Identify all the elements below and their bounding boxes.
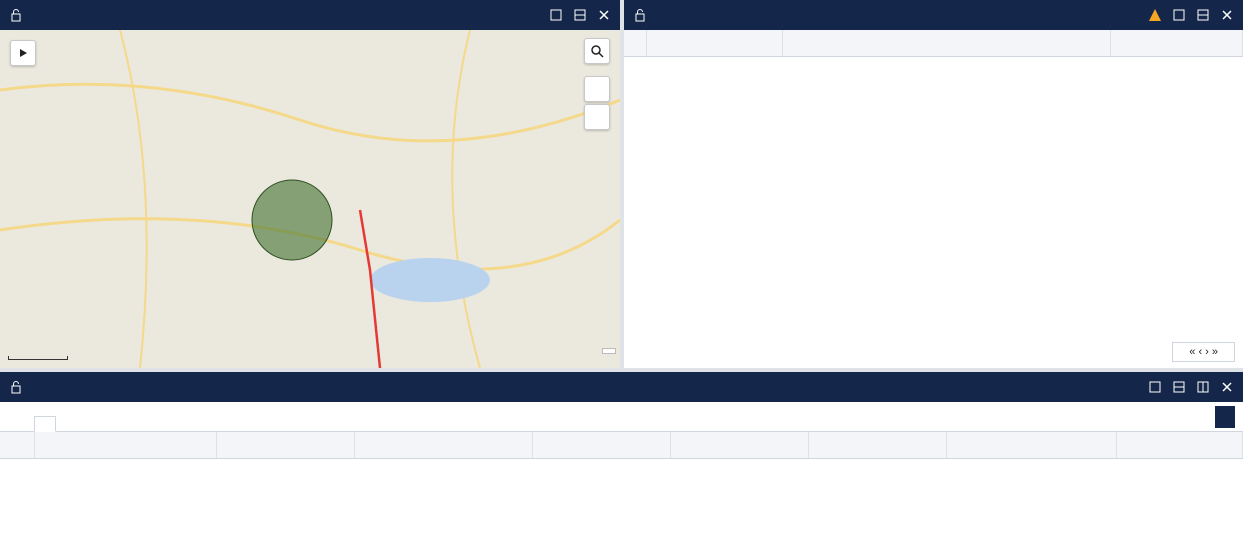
- multimedia-panel: [0, 372, 1243, 559]
- media-col-index: [0, 432, 35, 459]
- split-layout-icon[interactable]: [1171, 379, 1187, 395]
- lock-icon[interactable]: [632, 7, 648, 23]
- map-search-button[interactable]: [584, 38, 610, 64]
- media-col-status[interactable]: [808, 432, 947, 459]
- restore-window-icon[interactable]: [548, 7, 564, 23]
- multimedia-table-wrapper: [0, 432, 1243, 559]
- play-icon: [20, 49, 27, 57]
- media-col-vehicle[interactable]: [34, 432, 217, 459]
- multimedia-table: [0, 432, 1243, 459]
- close-icon[interactable]: [1219, 379, 1235, 395]
- order-video-button[interactable]: [1215, 406, 1235, 428]
- events-table: [624, 30, 1243, 57]
- events-table-wrapper: « ‹ › »: [624, 30, 1243, 368]
- events-col-params[interactable]: [1110, 30, 1243, 57]
- columns-layout-icon[interactable]: [1195, 379, 1211, 395]
- media-col-initiator[interactable]: [946, 432, 1117, 459]
- events-header-row: [624, 30, 1243, 57]
- play-button[interactable]: [10, 40, 36, 66]
- multimedia-header-row: [0, 432, 1243, 459]
- media-col-filler: [1116, 432, 1243, 459]
- track-panel: [0, 0, 620, 368]
- pager-nav-icons[interactable]: « ‹ › »: [1189, 346, 1218, 358]
- tab-photo[interactable]: [10, 417, 30, 431]
- multimedia-tabs: [0, 402, 1243, 432]
- events-col-spacer: [624, 30, 647, 57]
- map-background: [0, 30, 620, 368]
- map-canvas[interactable]: [0, 30, 620, 368]
- map-scale: [8, 356, 68, 360]
- zoom-in-button[interactable]: [584, 76, 610, 102]
- lock-icon[interactable]: [8, 7, 24, 23]
- map-scale-bar: [8, 356, 68, 360]
- coordinates-readout: [602, 348, 616, 354]
- search-icon: [591, 45, 604, 58]
- geozone-circle: [251, 179, 333, 261]
- media-col-action[interactable]: [354, 432, 533, 459]
- restore-window-icon[interactable]: [1147, 379, 1163, 395]
- split-layout-icon[interactable]: [1195, 7, 1211, 23]
- multimedia-panel-header: [0, 372, 1243, 402]
- media-col-end[interactable]: [670, 432, 809, 459]
- events-panel-header: [624, 0, 1243, 30]
- tab-video[interactable]: [34, 416, 56, 432]
- media-col-channel[interactable]: [216, 432, 355, 459]
- zoom-out-button[interactable]: [584, 104, 610, 130]
- close-icon[interactable]: [1219, 7, 1235, 23]
- track-panel-header: [0, 0, 620, 30]
- media-col-start[interactable]: [532, 432, 671, 459]
- close-icon[interactable]: [596, 7, 612, 23]
- warning-icon[interactable]: [1147, 7, 1163, 23]
- events-panel: « ‹ › »: [624, 0, 1243, 368]
- events-pager: « ‹ › »: [1172, 342, 1235, 362]
- split-layout-icon[interactable]: [572, 7, 588, 23]
- events-col-datetime[interactable]: [646, 30, 783, 57]
- events-col-event[interactable]: [782, 30, 1111, 57]
- restore-window-icon[interactable]: [1171, 7, 1187, 23]
- lock-icon[interactable]: [8, 379, 24, 395]
